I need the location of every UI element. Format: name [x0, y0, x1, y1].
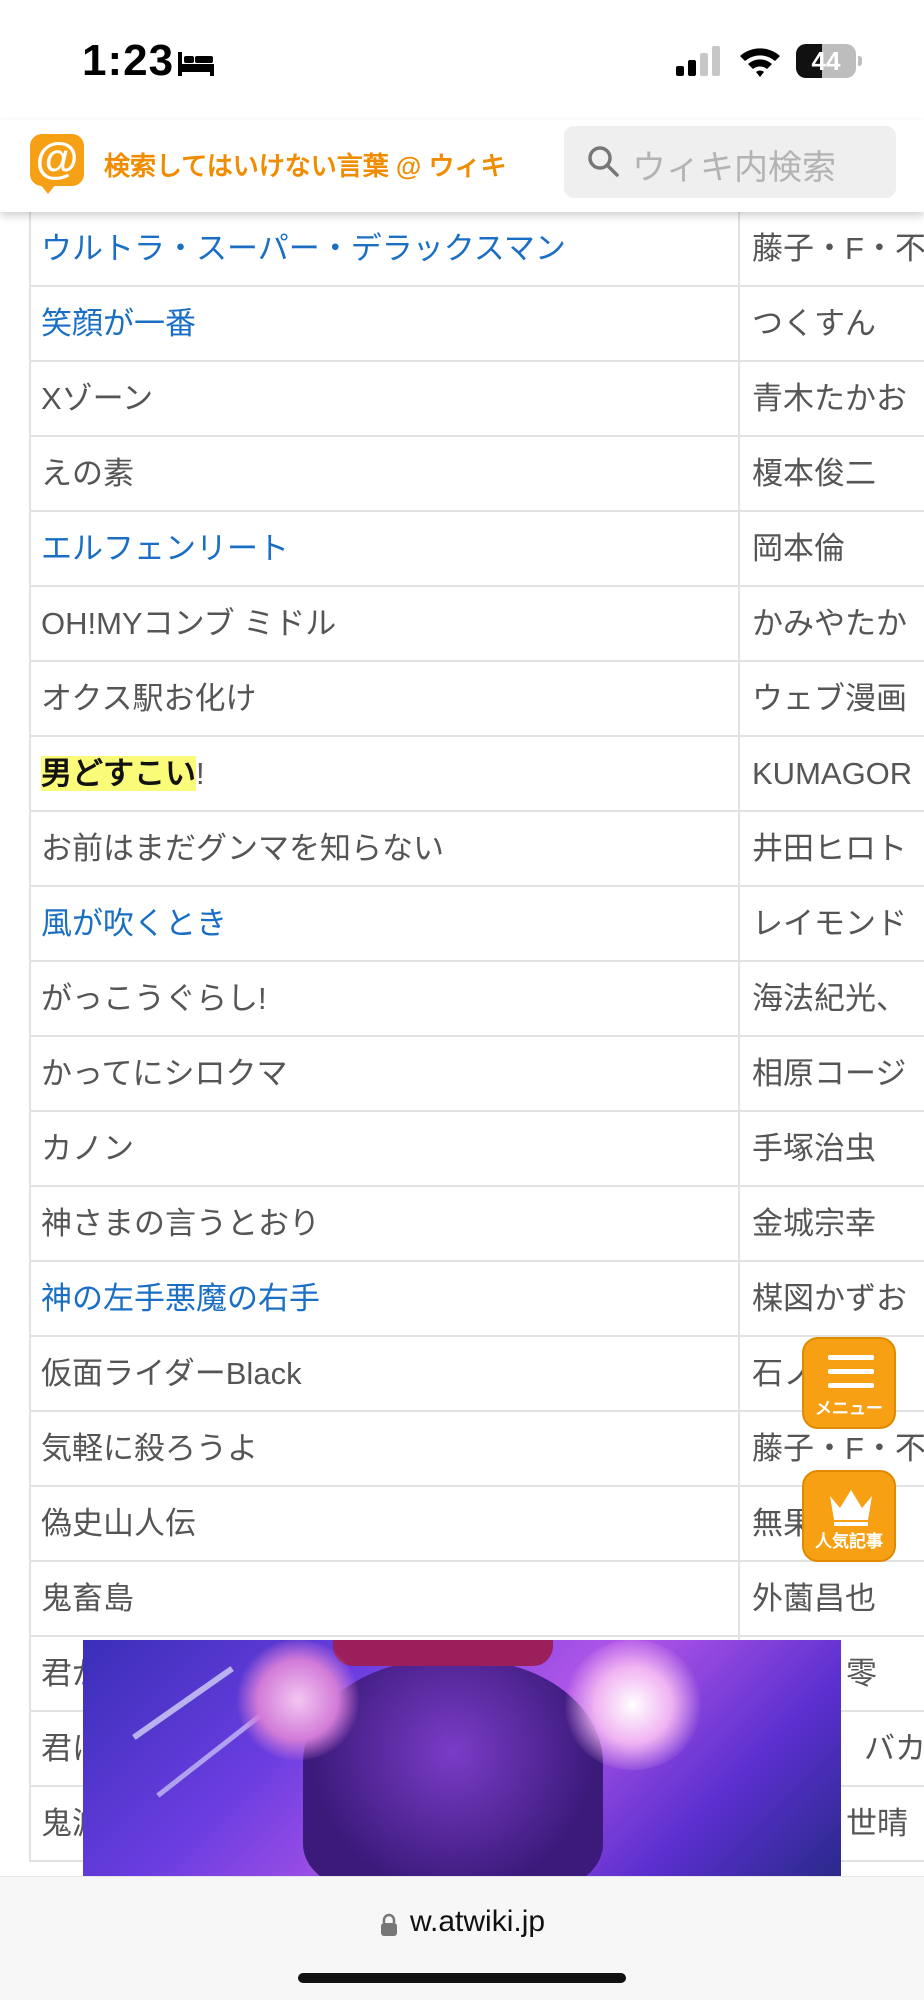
title-suffix: ! [196, 756, 205, 791]
author-cell: 青木たかお [738, 362, 924, 435]
lock-icon [381, 1913, 397, 1936]
hamburger-menu-icon [828, 1355, 874, 1388]
author-cell: 榎本俊二 [738, 437, 924, 510]
title-cell: お前はまだグンマを知らない [41, 831, 444, 866]
browser-address-bar[interactable]: w.atwiki.jp [0, 1876, 924, 2000]
table-row: 笑顔が一番 つくすん [29, 287, 924, 362]
title-link[interactable]: ウルトラ・スーパー・デラックスマン [41, 212, 721, 285]
site-title[interactable]: 検索してはいけない言葉 @ ウィキ [104, 146, 507, 183]
author-cell: 海法紀光、 [738, 962, 924, 1035]
wifi-icon [740, 48, 780, 77]
title-link[interactable]: 風が吹くとき [41, 887, 721, 960]
highlighted-title: 男どすこい [41, 756, 196, 791]
menu-button[interactable]: メニュー [802, 1337, 896, 1429]
table-row: オクス駅お化け ウェブ漫画 [29, 662, 924, 737]
title-link[interactable]: 笑顔が一番 [41, 287, 721, 360]
table-row: ウルトラ・スーパー・デラックスマン 藤子・F・不 [29, 212, 924, 287]
title-cell: OH!MYコンブ ミドル [41, 606, 337, 641]
table-row: かってにシロクマ 相原コージ [29, 1037, 924, 1112]
bed-icon [178, 52, 214, 76]
manga-table: ウルトラ・スーパー・デラックスマン 藤子・F・不 笑顔が一番 つくすん Xゾーン… [29, 212, 924, 1862]
status-time: 1:23 [82, 36, 175, 85]
table-row: 男どすこい! KUMAGOR [29, 737, 924, 812]
menu-label: メニュー [815, 1399, 883, 1418]
table-row: 鬼畜島 外薗昌也 [29, 1562, 924, 1637]
author-cell: 藤子・F・不 [738, 212, 924, 285]
home-indicator [298, 1973, 626, 1983]
popular-label: 人気記事 [815, 1532, 883, 1551]
title-cell: カノン [41, 1131, 134, 1166]
cellular-signal-icon [676, 46, 720, 76]
title-link[interactable]: 神の左手悪魔の右手 [41, 1262, 721, 1335]
author-cell: 相原コージ [738, 1037, 924, 1110]
author-cell: 楳図かずお [738, 1262, 924, 1335]
author-cell: 手塚治虫 [738, 1112, 924, 1185]
table-row: OH!MYコンブ ミドル かみやたか [29, 587, 924, 662]
table-row: エルフェンリート 岡本倫 [29, 512, 924, 587]
author-text: 世晴 [846, 1806, 908, 1841]
title-link[interactable]: エルフェンリート [41, 512, 721, 585]
search-input[interactable]: ウィキ内検索 [564, 126, 896, 198]
table-row: お前はまだグンマを知らない 井田ヒロト [29, 812, 924, 887]
title-cell: 気軽に殺ろうよ [41, 1431, 258, 1466]
title-cell: えの素 [41, 456, 134, 491]
table-row: 偽史山人伝 無果 [29, 1487, 924, 1562]
table-row: Xゾーン 青木たかお [29, 362, 924, 437]
popular-articles-button[interactable]: 人気記事 [802, 1470, 896, 1562]
table-row: 神さまの言うとおり 金城宗幸 [29, 1187, 924, 1262]
author-cell: 井田ヒロト [738, 812, 924, 885]
battery-percent: 44 [811, 46, 841, 76]
url-text: w.atwiki.jp [410, 1905, 546, 1938]
author-text: 零 [846, 1656, 877, 1691]
author-cell: レイモンド [738, 887, 924, 960]
title-cell: 神さまの言うとおり [41, 1206, 320, 1241]
table-row: がっこうぐらし! 海法紀光、 [29, 962, 924, 1037]
title-cell: Xゾーン [41, 381, 154, 416]
title-cell: 仮面ライダーBlack [41, 1356, 302, 1391]
site-logo[interactable]: @ [30, 134, 84, 194]
table-row: 風が吹くとき レイモンド [29, 887, 924, 962]
site-header: @ 検索してはいけない言葉 @ ウィキ ウィキ内検索 [0, 120, 924, 212]
battery-icon: 44 [796, 44, 862, 78]
table-row: 気軽に殺ろうよ 藤子・F・不 [29, 1412, 924, 1487]
table-row: カノン 手塚治虫 [29, 1112, 924, 1187]
table-row: えの素 榎本俊二 [29, 437, 924, 512]
logo-at-sign: @ [35, 134, 79, 183]
table-row: 仮面ライダーBlack 石ノ [29, 1337, 924, 1412]
author-cell: 岡本倫 [738, 512, 924, 585]
crown-icon [830, 1490, 872, 1526]
status-bar: 1:23 44 [0, 0, 924, 120]
table-row: 神の左手悪魔の右手 楳図かずお [29, 1262, 924, 1337]
author-cell: かみやたか [738, 587, 924, 660]
title-cell: 鬼畜島 [41, 1581, 134, 1616]
title-cell: オクス駅お化け [41, 681, 257, 716]
author-cell: KUMAGOR [738, 737, 924, 810]
search-icon [588, 146, 619, 177]
title-cell: かってにシロクマ [41, 1056, 288, 1091]
title-cell: 偽史山人伝 [41, 1506, 196, 1541]
author-cell: 金城宗幸 [738, 1187, 924, 1260]
author-text: バカ [864, 1731, 924, 1766]
title-cell: 男どすこい! [41, 737, 721, 810]
search-placeholder: ウィキ内検索 [632, 149, 836, 187]
author-cell: 外薗昌也 [738, 1562, 924, 1635]
video-ad[interactable] [83, 1640, 841, 1876]
author-cell: つくすん [738, 287, 924, 360]
title-cell: がっこうぐらし! [41, 981, 267, 1016]
author-cell: ウェブ漫画 [738, 662, 924, 735]
